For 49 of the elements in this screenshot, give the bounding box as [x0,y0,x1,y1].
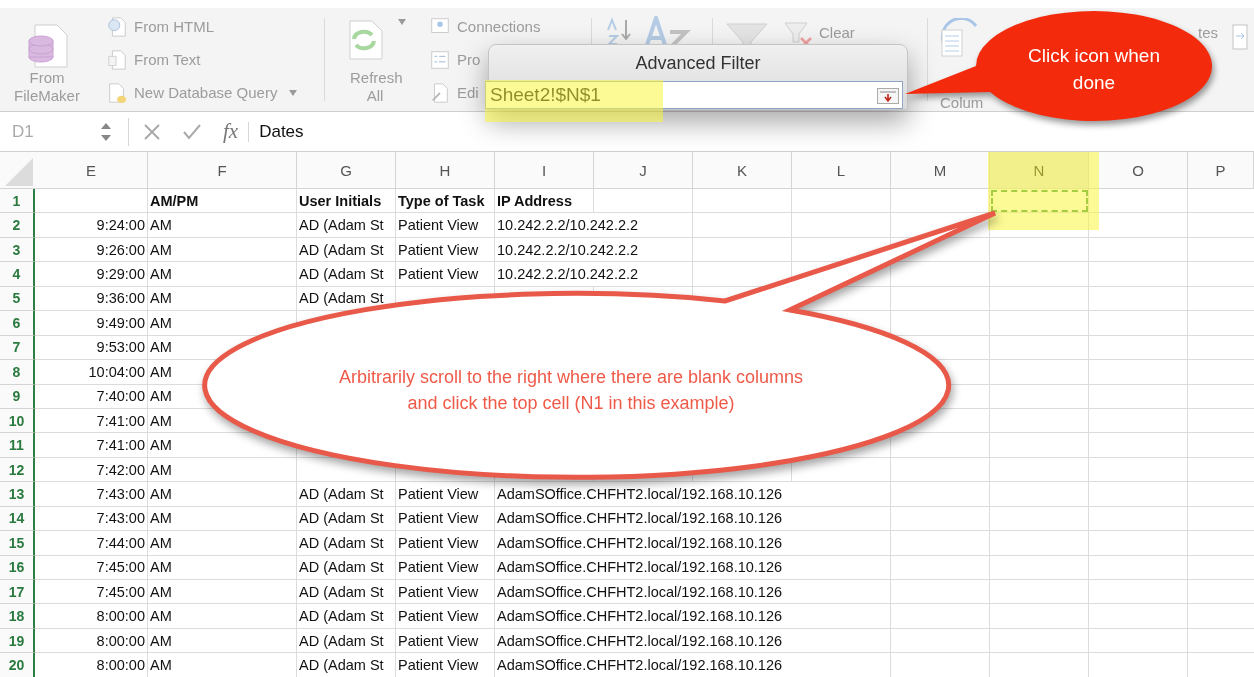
row-header[interactable]: 20 [0,653,35,677]
column-header[interactable]: F [148,152,297,188]
row-header[interactable]: 16 [0,555,35,580]
sort-ascending-icon [604,16,634,46]
row-header[interactable]: 5 [0,286,35,312]
row-header[interactable]: 15 [0,531,35,556]
column-header[interactable]: H [396,152,495,188]
collapse-dialog-button[interactable] [877,88,899,104]
row-header[interactable]: 10 [0,408,35,434]
row-header[interactable]: 3 [0,237,35,263]
link-page-icon [429,80,451,105]
globe-page-icon [106,14,128,39]
range-field[interactable]: Sheet2!$N$1 [485,81,903,109]
row-header[interactable]: 1 [0,189,35,214]
column-header[interactable]: O [1089,152,1188,188]
row-header[interactable]: 17 [0,580,35,605]
row-header[interactable]: 18 [0,604,35,629]
column-header[interactable]: I [495,152,594,188]
caret-icon [398,19,406,25]
row-header[interactable]: 4 [0,262,35,287]
callout-text: Arbitrarily scroll to the right where there are blank columns and click the top cell (N1 in this example) [337,366,805,415]
row-header[interactable]: 19 [0,628,35,654]
cancel-icon[interactable] [143,122,161,141]
document-icon [106,47,128,72]
row-header[interactable]: 7 [0,335,35,361]
formula-text[interactable]: Dates [248,121,304,142]
database-page-icon [106,80,128,105]
callout-text: Click icon when done [1027,44,1161,95]
selected-cell[interactable] [990,189,1089,214]
dialog-title: Advanced Filter [634,52,762,73]
ribbon-tool-icon [1232,24,1248,50]
checkmark-icon[interactable] [183,122,201,141]
column-header[interactable]: N [990,152,1089,188]
column-header[interactable]: K [693,152,792,188]
column-header[interactable]: E [35,152,148,188]
row-header[interactable]: 11 [0,433,35,458]
row-header[interactable]: 8 [0,360,35,385]
row-header[interactable]: 9 [0,384,35,409]
row-header[interactable]: 2 [0,213,35,238]
column-header[interactable]: L [792,152,891,188]
column-header[interactable]: J [594,152,693,188]
column-header[interactable]: P [1188,152,1254,188]
row-header[interactable]: 12 [0,457,35,483]
insert-function-button[interactable]: fx [223,119,239,144]
database-icon [25,23,69,69]
row-header[interactable]: 13 [0,482,35,507]
row-header[interactable]: 14 [0,506,35,532]
column-header[interactable]: G [297,152,396,188]
row-header[interactable]: 6 [0,311,35,336]
